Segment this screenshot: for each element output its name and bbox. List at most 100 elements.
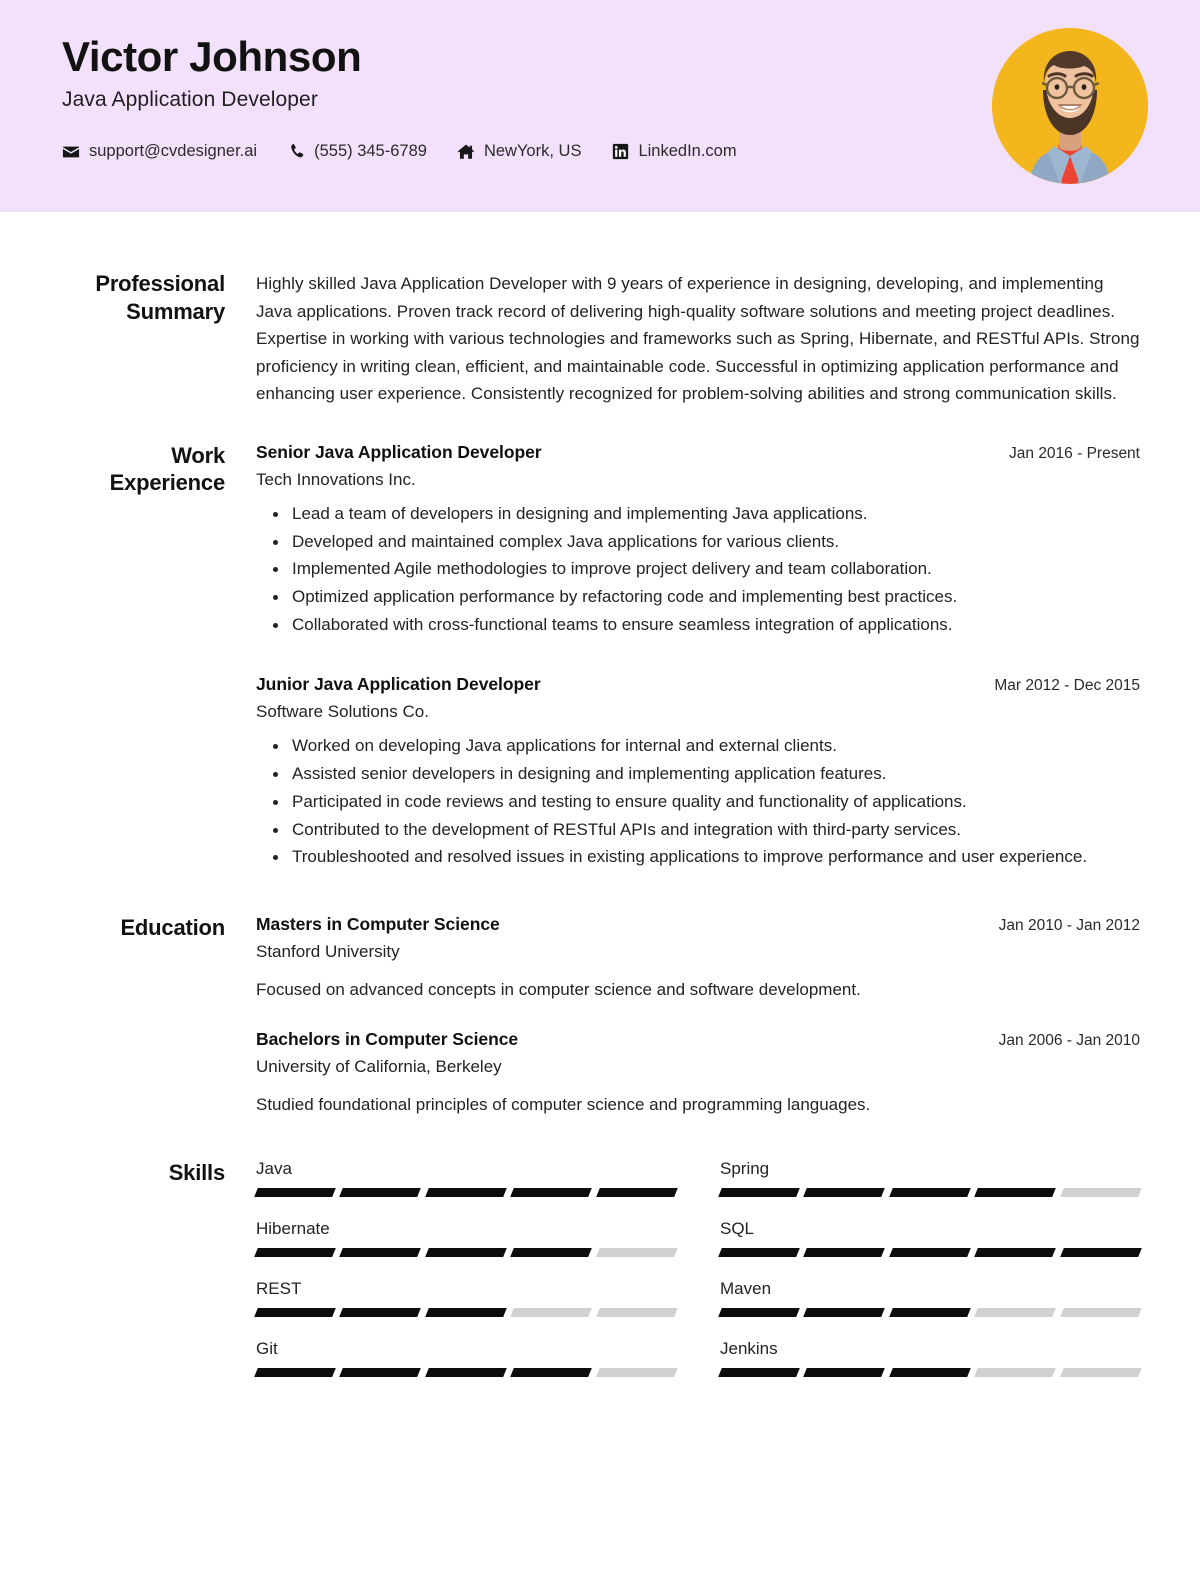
linkedin-icon <box>611 143 629 161</box>
skill-name: Jenkins <box>720 1338 778 1358</box>
skill-level-segment <box>718 1367 801 1377</box>
skill-name: Hibernate <box>256 1218 330 1238</box>
envelope-icon <box>62 143 80 161</box>
contact-list: support@cvdesigner.ai (555) 345-6789 New… <box>62 142 1140 161</box>
work-bullet: Optimized application performance by ref… <box>273 584 1140 611</box>
contact-phone-label: (555) 345-6789 <box>314 142 427 161</box>
work-role: Senior Java Application Developer <box>256 441 542 462</box>
work-bullet: Participated in code reviews and testing… <box>273 789 1140 816</box>
skill-item: REST <box>254 1279 678 1317</box>
skill-item: Hibernate <box>254 1218 678 1257</box>
section-label-skills: Skills <box>168 1159 225 1185</box>
education-description: Focused on advanced concepts in computer… <box>256 980 861 1000</box>
skill-level-segment <box>974 1307 1057 1317</box>
skill-level-segment <box>1059 1367 1142 1377</box>
skill-name: Git <box>256 1338 278 1358</box>
skill-level-segment <box>1059 1187 1142 1197</box>
skill-level-segment <box>510 1307 593 1317</box>
contact-linkedin-label: LinkedIn.com <box>638 142 737 161</box>
skill-level-segment <box>974 1247 1057 1257</box>
education-degree: Bachelors in Computer Science <box>256 1029 519 1050</box>
skill-item: SQL <box>718 1218 1142 1257</box>
work-body: Senior Java Application Developer Jan 20… <box>256 442 1140 873</box>
summary-text: Highly skilled Java Application Develope… <box>256 274 1140 404</box>
work-dates: Jan 2016 - Present <box>1009 444 1140 462</box>
contact-email[interactable]: support@cvdesigner.ai <box>62 142 257 161</box>
work-role: Junior Java Application Developer <box>256 673 541 694</box>
avatar-photo <box>992 28 1148 184</box>
education-school: University of California, Berkeley <box>256 1057 502 1077</box>
contact-phone[interactable]: (555) 345-6789 <box>287 142 427 161</box>
education-school: Stanford University <box>256 942 400 962</box>
skill-level-segment <box>595 1247 678 1257</box>
section-label-summary: Professional Summary <box>95 271 225 324</box>
skill-level-segment <box>974 1187 1057 1197</box>
candidate-name: Victor Johnson <box>62 33 362 80</box>
skill-item: Git <box>254 1338 678 1377</box>
skill-level-segment <box>424 1367 508 1377</box>
section-label-work: Work Experience <box>109 442 226 496</box>
skill-level-segment <box>888 1367 972 1377</box>
work-entry: Junior Java Application Developer Mar 20… <box>256 674 1140 871</box>
skill-level-segment <box>424 1307 508 1317</box>
education-entry-header: Bachelors in Computer Science Jan 2006 -… <box>256 1029 1140 1050</box>
skill-name: Spring <box>720 1158 770 1178</box>
contact-location[interactable]: NewYork, US <box>457 142 582 161</box>
resume-page: Victor Johnson Java Application Develope… <box>0 0 1200 1584</box>
skill-level-bar <box>718 1247 1142 1257</box>
work-bullet: Assisted senior developers in designing … <box>273 761 1140 788</box>
section-label-education: Education <box>120 915 225 941</box>
skill-level-bar <box>254 1367 678 1377</box>
skill-level-segment <box>424 1247 508 1257</box>
education-entry: Bachelors in Computer Science Jan 2006 -… <box>256 1029 1140 1118</box>
work-entry-header: Junior Java Application Developer Mar 20… <box>256 674 1140 695</box>
skills-grid: Java Spring Hibernate SQL REST Maven Git… <box>254 1158 1142 1377</box>
resume-header: Victor Johnson Java Application Develope… <box>0 0 1200 212</box>
work-bullet: Contributed to the development of RESTfu… <box>273 817 1140 844</box>
skill-level-segment <box>254 1367 337 1377</box>
summary-body: Highly skilled Java Application Develope… <box>256 270 1140 408</box>
contact-email-label: support@cvdesigner.ai <box>89 142 258 161</box>
skill-name: SQL <box>720 1218 755 1238</box>
education-dates: Jan 2006 - Jan 2010 <box>998 1032 1140 1050</box>
skill-level-segment <box>510 1367 593 1377</box>
work-company: Software Solutions Co. <box>256 701 429 721</box>
skill-level-segment <box>1059 1307 1142 1317</box>
skill-level-segment <box>1059 1247 1142 1257</box>
section-education: Education Masters in Computer Science Ja… <box>60 914 1140 1118</box>
skill-level-segment <box>888 1307 972 1317</box>
skill-level-segment <box>254 1247 337 1257</box>
skills-body: Java Spring Hibernate SQL REST Maven Git… <box>254 1158 1142 1377</box>
skill-level-bar <box>718 1367 1142 1377</box>
skill-item: Spring <box>718 1158 1142 1197</box>
contact-linkedin[interactable]: LinkedIn.com <box>611 142 737 161</box>
work-entry-header: Senior Java Application Developer Jan 20… <box>256 442 1140 463</box>
phone-icon <box>287 143 305 161</box>
skill-level-segment <box>595 1307 678 1317</box>
work-bullet: Collaborated with cross-functional teams… <box>273 612 1140 639</box>
skill-name: Maven <box>720 1278 772 1298</box>
work-bullet: Developed and maintained complex Java ap… <box>273 529 1140 556</box>
skill-level-segment <box>510 1187 593 1197</box>
section-professional-summary: Professional Summary Highly skilled Java… <box>60 270 1140 408</box>
education-degree: Masters in Computer Science <box>256 914 500 935</box>
skill-level-bar <box>254 1247 678 1257</box>
contact-location-label: NewYork, US <box>483 142 582 161</box>
skill-level-segment <box>424 1187 508 1197</box>
candidate-job-title: Java Application Developer <box>62 88 318 112</box>
skill-level-segment <box>339 1367 422 1377</box>
skill-level-bar <box>718 1187 1142 1197</box>
resume-body: Professional Summary Highly skilled Java… <box>0 212 1200 1377</box>
skill-level-segment <box>718 1307 801 1317</box>
work-bullet-list: Worked on developing Java applications f… <box>256 733 1140 871</box>
skill-level-bar <box>254 1307 678 1317</box>
section-skills: Skills Java Spring Hibernate SQL REST Ma… <box>60 1158 1142 1377</box>
skill-level-segment <box>339 1307 422 1317</box>
work-bullet-list: Lead a team of developers in designing a… <box>256 501 1140 639</box>
skill-level-bar <box>254 1187 678 1197</box>
skill-level-segment <box>254 1307 337 1317</box>
work-bullet: Implemented Agile methodologies to impro… <box>273 556 1140 583</box>
skill-level-segment <box>339 1247 422 1257</box>
skill-item: Jenkins <box>718 1338 1142 1377</box>
